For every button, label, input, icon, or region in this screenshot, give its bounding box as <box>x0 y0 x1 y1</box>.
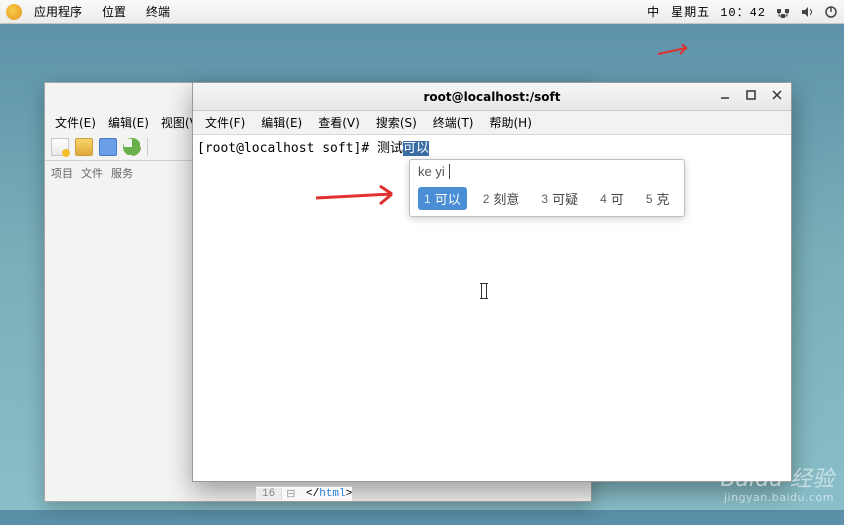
undo-icon[interactable] <box>154 138 172 156</box>
tab-files[interactable]: 文件 <box>81 165 103 181</box>
terminal-menu-edit[interactable]: 编辑(E) <box>255 114 308 131</box>
terminal-menu-search[interactable]: 搜索(S) <box>370 114 423 131</box>
terminal-menu-file[interactable]: 文件(F) <box>199 114 251 131</box>
places-menu[interactable]: 位置 <box>94 3 134 20</box>
distro-icon <box>6 4 22 20</box>
annotation-arrow-tray <box>656 44 696 60</box>
applications-menu[interactable]: 应用程序 <box>26 3 90 20</box>
power-icon[interactable] <box>824 5 838 19</box>
save-icon[interactable] <box>99 138 117 156</box>
close-button[interactable] <box>769 87 785 103</box>
maximize-button[interactable] <box>743 87 759 103</box>
ime-candidate[interactable]: 2 刻意 <box>477 187 526 210</box>
reload-icon[interactable] <box>123 138 141 156</box>
clock-date: 星期五 <box>671 3 710 20</box>
tab-projects[interactable]: 项目 <box>51 165 73 181</box>
clock-time: 10：42 <box>720 3 766 20</box>
terminal-titlebar[interactable]: root@localhost:/soft <box>193 83 791 111</box>
watermark: Baidu 经验 jingyan.baidu.com <box>720 468 834 504</box>
minimize-button[interactable] <box>717 87 733 103</box>
ime-candidate[interactable]: 1 可以 <box>418 187 467 210</box>
ime-indicator[interactable]: 中 <box>645 3 661 20</box>
code-snippet: 16 ⊟ </html> <box>256 486 352 501</box>
terminal-line: [root@localhost soft]# 测试可以 <box>197 137 787 156</box>
terminal-menu-terminal[interactable]: 终端(T) <box>427 114 480 131</box>
editor-menu-file[interactable]: 文件(E) <box>51 114 100 131</box>
volume-icon[interactable] <box>800 5 814 19</box>
line-number: 16 <box>256 488 282 500</box>
watermark-sub: jingyan.baidu.com <box>720 492 834 504</box>
terminal-window: root@localhost:/soft 文件(F) 编辑(E) 查看(V) 搜… <box>192 82 792 482</box>
text-cursor-icon <box>481 283 487 299</box>
ime-candidate[interactable]: 3 可疑 <box>535 187 584 210</box>
top-panel: 应用程序 位置 终端 中 星期五 10：42 <box>0 0 844 24</box>
ime-candidate-popup: ke yi 1 可以 2 刻意 3 可疑 4 可 5 克 <box>409 159 685 217</box>
terminal-menu-view[interactable]: 查看(V) <box>312 114 366 131</box>
terminal-menu-help[interactable]: 帮助(H) <box>484 114 538 131</box>
terminal-menubar: 文件(F) 编辑(E) 查看(V) 搜索(S) 终端(T) 帮助(H) <box>193 111 791 135</box>
ime-input-text: ke yi <box>418 164 445 179</box>
watermark-main: Baidu 经验 <box>720 468 834 492</box>
tab-services[interactable]: 服务 <box>111 165 133 181</box>
ime-candidate[interactable]: 4 可 <box>594 187 630 210</box>
ime-candidate-list: 1 可以 2 刻意 3 可疑 4 可 5 克 <box>410 183 684 216</box>
preedit-text: 可以 <box>403 141 429 156</box>
terminal-launcher[interactable]: 终端 <box>138 3 178 20</box>
ime-candidate[interactable]: 5 克 <box>640 187 676 210</box>
terminal-body[interactable]: [root@localhost soft]# 测试可以 ke yi 1 可以 2… <box>193 135 791 481</box>
terminal-title: root@localhost:/soft <box>423 90 560 104</box>
system-tray: 中 星期五 10：42 <box>645 3 838 20</box>
network-icon[interactable] <box>776 5 790 19</box>
editor-menu-edit[interactable]: 编辑(E) <box>104 114 153 131</box>
open-folder-icon[interactable] <box>75 138 93 156</box>
new-file-icon[interactable] <box>51 138 69 156</box>
